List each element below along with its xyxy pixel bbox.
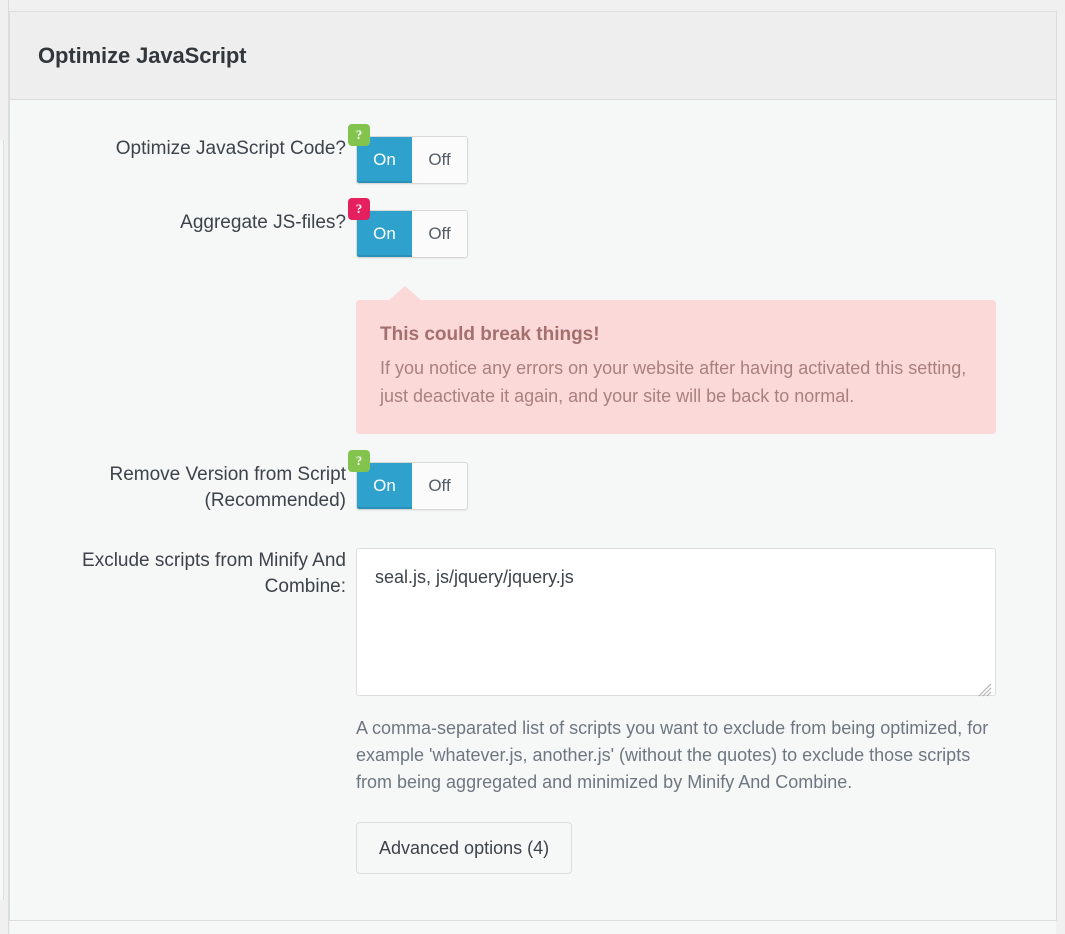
toggle-aggregate-js-files[interactable]: On Off: [356, 210, 468, 258]
label-cell-remove-version: Remove Version from Script (Recommended)…: [10, 450, 370, 514]
panel-body: Optimize JavaScript Code? ? On Off Aggre…: [10, 124, 1056, 934]
exclude-scripts-wrap: [356, 548, 996, 701]
field-cell-aggregate-js-files: On Off This could break things! If you n…: [356, 210, 1056, 434]
toggle-optimize-js-code[interactable]: On Off: [356, 136, 468, 184]
setting-row-exclude-scripts: Exclude scripts from Minify And Combine:…: [10, 548, 1056, 874]
help-icon-optimize-js-code[interactable]: ?: [348, 124, 370, 146]
settings-screen: Optimize JavaScript Optimize JavaScript …: [0, 0, 1065, 934]
label-cell-aggregate-js-files: Aggregate JS-files? ?: [10, 198, 370, 236]
panel-header: Optimize JavaScript: [10, 12, 1056, 100]
field-cell-optimize-js-code: On Off: [356, 136, 1056, 184]
exclude-scripts-textarea[interactable]: [356, 548, 996, 696]
setting-row-optimize-js-code: Optimize JavaScript Code? ? On Off: [10, 124, 1056, 184]
callout-arrow-icon: [388, 286, 422, 301]
toggle-off-remove-version[interactable]: Off: [412, 463, 467, 509]
label-cell-exclude-scripts: Exclude scripts from Minify And Combine:: [10, 548, 356, 600]
toggle-off-aggregate-js-files[interactable]: Off: [412, 211, 467, 257]
page-title: Optimize JavaScript: [38, 42, 247, 68]
label-cell-optimize-js-code: Optimize JavaScript Code? ?: [10, 124, 370, 162]
field-cell-remove-version: On Off: [356, 462, 1056, 510]
toggle-off-optimize-js-code[interactable]: Off: [412, 137, 467, 183]
label-optimize-js-code: Optimize JavaScript Code?: [115, 138, 346, 159]
exclude-scripts-description: A comma-separated list of scripts you wa…: [356, 718, 989, 792]
label-exclude-scripts: Exclude scripts from Minify And Combine:: [82, 550, 346, 597]
label-aggregate-js-files: Aggregate JS-files?: [180, 212, 346, 233]
warning-body: If you notice any errors on your website…: [380, 358, 967, 406]
left-panel-stub: [0, 140, 4, 900]
help-icon-remove-version[interactable]: ?: [348, 450, 370, 472]
setting-row-aggregate-js-files: Aggregate JS-files? ? On Off This could …: [10, 198, 1056, 434]
label-remove-version: Remove Version from Script (Recommended): [109, 464, 346, 511]
setting-row-remove-version: Remove Version from Script (Recommended)…: [10, 450, 1056, 514]
help-icon-aggregate-js-files[interactable]: ?: [348, 198, 370, 220]
warning-callout: This could break things! If you notice a…: [356, 286, 996, 434]
toggle-remove-version[interactable]: On Off: [356, 462, 468, 510]
field-cell-exclude-scripts: A comma-separated list of scripts you wa…: [356, 548, 1056, 874]
advanced-options-button[interactable]: Advanced options (4): [356, 822, 573, 874]
warning-title: This could break things!: [380, 324, 600, 345]
panel-bottom-rule: [9, 920, 1057, 921]
optimize-javascript-panel: Optimize JavaScript Optimize JavaScript …: [9, 12, 1057, 934]
